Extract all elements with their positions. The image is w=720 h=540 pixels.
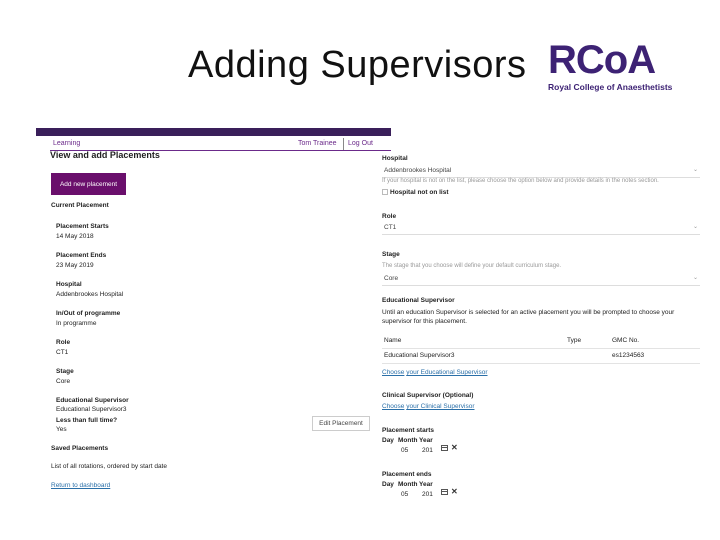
clear-date-icon[interactable]: ✕: [451, 443, 458, 452]
placement-ends-label: Placement ends: [382, 471, 432, 478]
rcoa-logo: RCoA Royal College of Anaesthetists: [548, 38, 673, 96]
field-value: Educational Supervisor3: [56, 406, 127, 413]
checkbox-label: Hospital not on list: [390, 189, 449, 196]
top-bar: [36, 128, 391, 136]
dropdown-arrow-icon: ⌄: [692, 224, 698, 230]
logo-subtitle: Royal College of Anaesthetists: [548, 82, 673, 92]
field-educational-supervisor: Educational Supervisor Educational Super…: [56, 397, 129, 413]
hospital-select-value: Addenbrookes Hospital: [384, 167, 452, 174]
choose-es-prefix[interactable]: Choose: [382, 369, 404, 376]
choose-es-link[interactable]: your Educational Supervisor: [406, 369, 487, 376]
stage-hint: The stage that you choose will define yo…: [382, 263, 562, 269]
field-placement-starts: Placement Starts 14 May 2018: [56, 223, 109, 240]
field-label: In/Out of programme: [56, 310, 121, 317]
field-value: Core: [56, 378, 71, 385]
field-less-than-full-time: Less than full time? Yes: [56, 417, 117, 433]
edit-placement-button[interactable]: Edit Placement: [312, 416, 370, 431]
nav-learning-link[interactable]: Learning: [53, 140, 80, 147]
choose-clinical-supervisor[interactable]: Choose your Clinical Supervisor: [382, 403, 475, 410]
saved-placements-description: List of all rotations, ordered by start …: [51, 463, 167, 470]
placement-starts-date: Day Month Year 05 201 ✕: [382, 437, 482, 457]
stage-label: Stage: [382, 251, 400, 258]
slide-title: Adding Supervisors: [188, 44, 527, 86]
year-input[interactable]: 201: [422, 491, 433, 498]
nav-user-link[interactable]: Tom Trainee: [298, 140, 337, 147]
field-label: Role: [56, 339, 71, 346]
educational-supervisor-label: Educational Supervisor: [382, 297, 455, 304]
field-value: 23 May 2019: [56, 262, 94, 269]
page-title: View and add Placements: [50, 150, 160, 160]
field-value: Yes: [56, 426, 67, 433]
field-value: In programme: [56, 320, 97, 327]
table-header-name: Name: [384, 337, 402, 344]
dropdown-arrow-icon: ⌄: [692, 167, 698, 173]
logo-mark: RCoA: [548, 38, 656, 82]
choose-cs-prefix[interactable]: Choose: [382, 403, 404, 410]
month-header: Month: [398, 437, 418, 444]
table-row: Educational Supervisor3 es1234563: [382, 349, 700, 364]
role-label: Role: [382, 213, 397, 220]
hospital-not-on-list-checkbox[interactable]: Hospital not on list: [382, 189, 449, 196]
clear-date-icon[interactable]: ✕: [451, 487, 458, 496]
field-role: Role CT1: [56, 339, 70, 356]
clinical-supervisor-label: Clinical Supervisor (Optional): [382, 392, 474, 399]
table-header-row: Name Type GMC No.: [382, 334, 700, 349]
year-header: Year: [419, 481, 433, 488]
dropdown-arrow-icon: ⌄: [692, 275, 698, 281]
year-header: Year: [419, 437, 433, 444]
field-value: CT1: [56, 349, 69, 356]
stage-select-value: Core: [384, 275, 399, 282]
month-header: Month: [398, 481, 418, 488]
role-select-value: CT1: [384, 224, 397, 231]
hospital-hint: If your hospital is not on the list, ple…: [382, 178, 659, 184]
role-select[interactable]: CT1 ⌄: [382, 222, 700, 235]
logout-link[interactable]: Log Out: [348, 140, 373, 147]
field-label: Stage: [56, 368, 74, 375]
choose-educational-supervisor[interactable]: Choose your Educational Supervisor: [382, 369, 488, 376]
placement-form-screenshot: Hospital Addenbrookes Hospital ⌄ If your…: [378, 150, 704, 510]
table-cell-name: Educational Supervisor3: [384, 352, 455, 359]
supervisor-table: Name Type GMC No. Educational Supervisor…: [382, 334, 700, 364]
table-header-type: Type: [567, 337, 582, 344]
month-input[interactable]: 05: [401, 491, 408, 498]
field-stage: Stage Core: [56, 368, 74, 385]
placement-starts-label: Placement starts: [382, 427, 435, 434]
table-cell-gmc: es1234563: [612, 352, 645, 359]
field-label: Placement Starts: [56, 223, 109, 230]
field-value: 14 May 2018: [56, 233, 94, 240]
table-header-gmc: GMC No.: [612, 337, 640, 344]
day-header: Day: [382, 481, 394, 488]
field-in-out-programme: In/Out of programme In programme: [56, 310, 120, 327]
field-label: Less than full time?: [56, 417, 118, 424]
educational-supervisor-description: Until an education Supervisor is selecte…: [382, 309, 675, 325]
year-input[interactable]: 201: [422, 447, 433, 454]
hospital-label: Hospital: [382, 155, 408, 162]
placements-screenshot: Learning Tom Trainee Log Out View and ad…: [36, 128, 391, 498]
field-placement-ends: Placement Ends 23 May 2019: [56, 252, 106, 269]
nav-separator: [343, 138, 344, 150]
add-new-placement-button[interactable]: Add new placement: [51, 173, 126, 195]
return-to-dashboard-link[interactable]: Return to dashboard: [51, 482, 110, 489]
day-header: Day: [382, 437, 394, 444]
field-label: Hospital: [56, 281, 82, 288]
nav-row: Learning Tom Trainee Log Out: [36, 138, 391, 150]
hospital-select[interactable]: Addenbrookes Hospital ⌄: [382, 165, 700, 178]
field-value: Addenbrookes Hospital: [56, 291, 124, 298]
checkbox-icon: [382, 189, 388, 196]
placement-ends-date: Day Month Year 05 201 ✕: [382, 481, 482, 501]
stage-select[interactable]: Core ⌄: [382, 273, 700, 286]
month-input[interactable]: 05: [401, 447, 408, 454]
field-label: Placement Ends: [56, 252, 107, 259]
saved-placements-heading: Saved Placements: [51, 445, 109, 452]
choose-cs-link[interactable]: your Clinical Supervisor: [406, 403, 474, 410]
field-hospital: Hospital Addenbrookes Hospital: [56, 281, 123, 298]
field-label: Educational Supervisor: [56, 397, 129, 404]
current-placement-heading: Current Placement: [51, 202, 109, 209]
